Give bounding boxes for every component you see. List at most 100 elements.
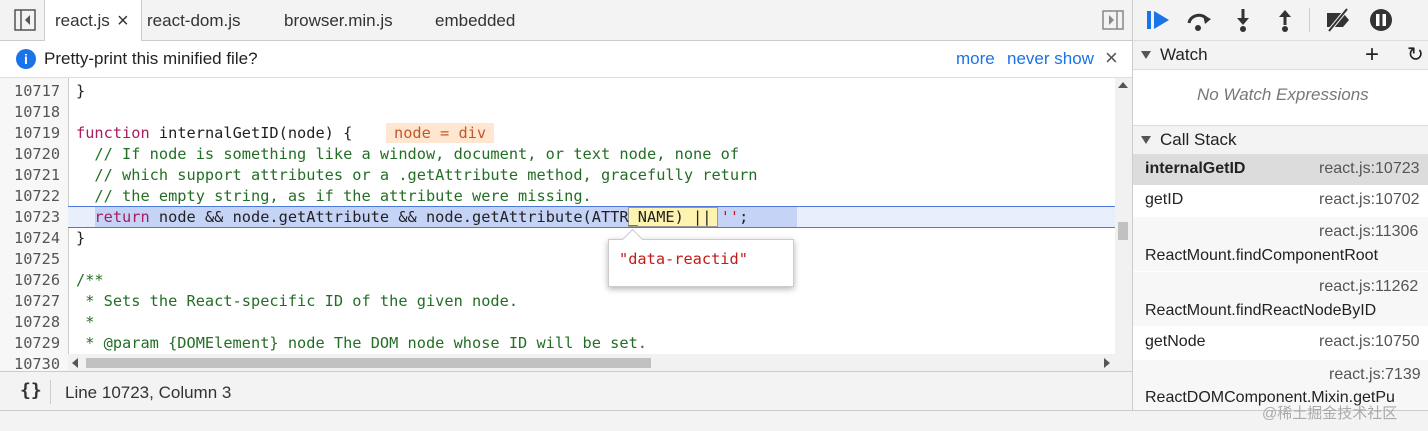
inline-value: node = div (386, 123, 495, 143)
callstack-section-header[interactable]: Call Stack (1133, 125, 1428, 155)
frame-location: react.js:7139 (1329, 366, 1421, 383)
tab-close-icon[interactable]: × (117, 0, 129, 42)
sources-panel: react.js × react-dom.js browser.min.js e… (0, 0, 1132, 412)
tab-browser-min-js[interactable]: browser.min.js (284, 0, 393, 40)
step-over-icon (1187, 13, 1211, 31)
step-over-button[interactable] (1185, 7, 1213, 33)
line-number[interactable]: 10720 (0, 144, 64, 165)
code-line: return node && node.getAttribute && node… (94, 208, 749, 226)
horizontal-scrollbar[interactable] (68, 354, 1115, 371)
toggle-navigator-button[interactable] (14, 9, 36, 31)
line-number[interactable]: 10721 (0, 165, 64, 186)
infobar-close-icon[interactable]: × (1105, 45, 1118, 71)
frame-name: getID (1145, 191, 1184, 208)
line-number[interactable]: 10726 (0, 270, 64, 291)
line-number[interactable]: 10727 (0, 291, 64, 312)
pretty-print-icon[interactable]: {} (20, 380, 42, 401)
step-into-button[interactable] (1229, 7, 1257, 33)
line-number[interactable]: 10717 (0, 81, 64, 102)
line-number[interactable]: 10719 (0, 123, 64, 144)
expand-arrow-icon (1141, 51, 1151, 59)
scroll-right-arrow[interactable] (1104, 358, 1110, 368)
line-number[interactable]: 10730 (0, 354, 64, 371)
value-tooltip: "data-reactid" (608, 228, 794, 287)
tab-label: react.js (55, 11, 110, 30)
refresh-icon[interactable]: ↻ (1407, 41, 1424, 69)
toggle-debugger-button[interactable] (1102, 10, 1124, 30)
callstack-frame[interactable]: react.js:11262 ReactMount.findReactNodeB… (1133, 272, 1428, 326)
callstack-title: Call Stack (1160, 130, 1237, 149)
sidebar-toggle-icon (14, 9, 36, 31)
debugger-toolbar (1133, 0, 1428, 41)
code-line: } (76, 229, 86, 247)
frame-location: react.js:10723 (1319, 160, 1420, 177)
watch-empty-text: No Watch Expressions (1197, 85, 1369, 104)
pause-on-exceptions-button[interactable] (1367, 7, 1395, 33)
code-line: } (76, 82, 86, 100)
deactivate-breakpoints-button[interactable] (1323, 7, 1351, 33)
step-out-button[interactable] (1271, 7, 1299, 33)
code-line: // the empty string, as if the attribute… (76, 187, 592, 205)
callstack-frame[interactable]: getNode react.js:10750 (1133, 328, 1428, 358)
info-icon: i (16, 49, 36, 69)
callstack-frame-selected[interactable]: internalGetID react.js:10723 (1133, 155, 1428, 185)
frame-name: internalGetID (1145, 160, 1246, 177)
code-line: * @param {DOMElement} node The DOM node … (76, 334, 647, 352)
tab-react-js[interactable]: react.js × (44, 0, 142, 41)
code-line: * (76, 313, 95, 331)
frame-name: getNode (1145, 333, 1206, 350)
line-number[interactable]: 10718 (0, 102, 64, 123)
infobar-message: Pretty-print this minified file? (44, 49, 258, 68)
frame-location: react.js:10702 (1319, 191, 1420, 208)
vertical-scrollbar[interactable] (1115, 78, 1132, 371)
code-line: function internalGetID(node) { (76, 124, 353, 142)
line-number[interactable]: 10722 (0, 186, 64, 207)
frame-location: react.js:10750 (1319, 333, 1420, 350)
more-link[interactable]: more (956, 49, 995, 69)
never-show-link[interactable]: never show (1007, 49, 1094, 69)
scroll-up-arrow[interactable] (1118, 82, 1128, 88)
debugger-sidebar: Watch + ↻ No Watch Expressions Call Stac… (1132, 0, 1428, 410)
tab-label: react-dom.js (147, 11, 241, 30)
editor-status-bar: {} Line 10723, Column 3 (0, 371, 1132, 412)
resume-button[interactable] (1145, 7, 1173, 33)
scrollbar-thumb[interactable] (1118, 222, 1128, 240)
watch-section-header[interactable]: Watch + ↻ (1133, 40, 1428, 70)
callstack-frame[interactable]: react.js:11306 ReactMount.findComponentR… (1133, 217, 1428, 271)
inline-value-text: node = div (394, 124, 487, 142)
tab-label: browser.min.js (284, 11, 393, 30)
tab-embedded[interactable]: embedded (435, 0, 515, 40)
callstack-frame[interactable]: getID react.js:10702 (1133, 186, 1428, 216)
scroll-left-arrow[interactable] (72, 358, 78, 368)
watermark: @稀土掘金技术社区 (1262, 405, 1398, 422)
tooltip-value: "data-reactid" (619, 250, 748, 268)
scrollbar-thumb[interactable] (86, 358, 651, 368)
editor-tab-bar: react.js × react-dom.js browser.min.js e… (0, 0, 1132, 41)
line-number[interactable]: 10728 (0, 312, 64, 333)
frame-location: react.js:11306 (1319, 223, 1419, 240)
line-number[interactable]: 10725 (0, 249, 64, 270)
code-editor[interactable]: 10717} 10718 10719 function internalGetID(n… (0, 78, 1132, 371)
cursor-position: Line 10723, Column 3 (65, 383, 232, 402)
resume-icon (1147, 11, 1169, 29)
line-number[interactable]: 10723 (0, 207, 64, 228)
tab-label: embedded (435, 11, 516, 30)
line-number[interactable]: 10729 (0, 333, 64, 354)
code-line: * Sets the React-specific ID of the give… (76, 292, 519, 310)
frame-location: react.js:11262 (1319, 278, 1419, 295)
pretty-print-infobar: i Pretty-print this minified file? more … (0, 41, 1132, 78)
code-line: // which support attributes or a .getAtt… (76, 166, 758, 184)
frame-name: ReactMount.findComponentRoot (1145, 247, 1379, 264)
drawer-strip (0, 410, 1428, 431)
code-line: // If node is something like a window, d… (76, 145, 740, 163)
tab-react-dom-js[interactable]: react-dom.js (147, 0, 241, 40)
step-out-icon (1279, 10, 1291, 32)
line-number[interactable]: 10724 (0, 228, 64, 249)
breakpoint-off-icon (1327, 7, 1349, 33)
expand-arrow-icon (1141, 136, 1151, 144)
watch-title: Watch (1160, 45, 1208, 64)
code-line: /** (76, 271, 104, 289)
sidebar-toggle-icon (1102, 10, 1124, 30)
frame-name: ReactMount.findReactNodeByID (1145, 302, 1377, 319)
add-watch-icon[interactable]: + (1365, 41, 1379, 69)
